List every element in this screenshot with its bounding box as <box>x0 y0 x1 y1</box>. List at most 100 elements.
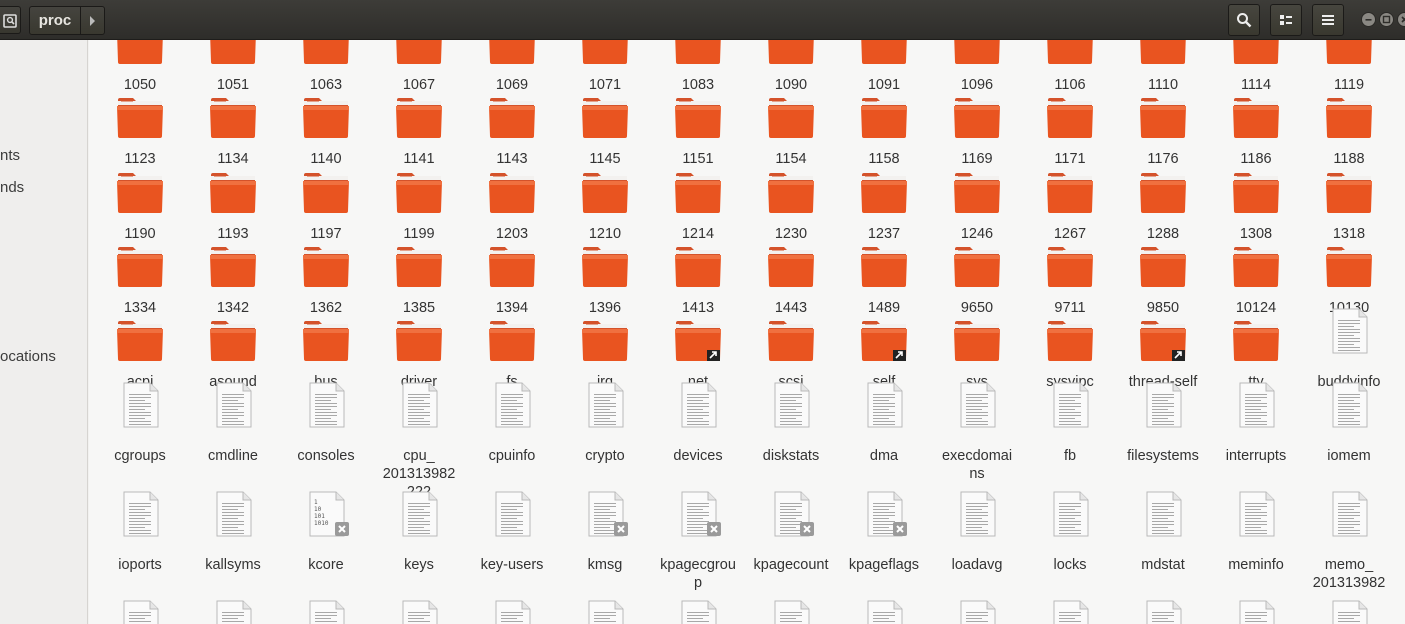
file-name-line: p <box>693 575 703 591</box>
folder-icon <box>581 92 629 140</box>
file-name-label: kpagecount <box>753 557 829 573</box>
text-file-icon <box>860 381 908 429</box>
folder-icon <box>767 92 815 140</box>
folder-icon <box>395 167 443 215</box>
folder-icon <box>1232 167 1280 215</box>
path-button-proc[interactable]: proc <box>29 6 81 35</box>
text-file-icon <box>674 381 722 429</box>
folder-icon <box>581 315 629 363</box>
folder-icon <box>395 92 443 140</box>
text-file-icon <box>1046 381 1094 429</box>
folder-icon <box>1325 92 1373 140</box>
folder-icon <box>488 92 536 140</box>
file-name-label: ioports <box>118 557 162 573</box>
folder-icon <box>674 92 722 140</box>
folder-icon <box>395 315 443 363</box>
folder-icon <box>395 241 443 289</box>
folder-icon <box>488 241 536 289</box>
minimize-button[interactable] <box>1361 12 1376 27</box>
folder-icon <box>953 40 1001 66</box>
back-button[interactable] <box>0 6 21 34</box>
folder-icon <box>1232 92 1280 140</box>
file-name-line: execdomai <box>941 448 1013 464</box>
search-button[interactable] <box>1228 4 1260 36</box>
file-name-label: diskstats <box>762 448 820 464</box>
text-file-icon <box>209 381 257 429</box>
file-name-label: 1188 <box>1333 151 1365 167</box>
file-name-label: kpageflags <box>848 557 920 573</box>
folder-icon <box>1139 167 1187 215</box>
folder-icon <box>488 315 536 363</box>
file-name-label: kallsyms <box>205 557 261 573</box>
folder-icon <box>1232 40 1280 66</box>
header-bar: proc <box>0 0 1405 40</box>
folder-link-icon <box>1139 315 1187 363</box>
sidebar-item-recent[interactable]: nts <box>0 147 20 164</box>
text-file-icon <box>116 381 164 429</box>
file-name-label: 1134 <box>217 151 249 167</box>
file-name-line: ns <box>969 466 985 482</box>
maximize-button[interactable] <box>1379 12 1394 27</box>
folder-icon <box>860 167 908 215</box>
folder-icon <box>116 241 164 289</box>
file-name-label: 1140 <box>310 151 342 167</box>
folder-icon <box>953 167 1001 215</box>
file-name-label: iomem <box>1327 448 1371 464</box>
text-file-icon <box>581 490 629 538</box>
folder-icon <box>1046 92 1094 140</box>
path-forward-button[interactable] <box>81 6 105 35</box>
svg-text:1: 1 <box>314 499 318 506</box>
folder-icon <box>1139 92 1187 140</box>
text-file-icon <box>395 490 443 538</box>
file-name-label: cgroups <box>114 448 166 464</box>
file-name-label: 1143 <box>496 151 528 167</box>
folder-icon <box>953 315 1001 363</box>
folder-icon <box>860 40 908 66</box>
hamburger-menu-icon <box>1322 15 1334 25</box>
menu-button[interactable] <box>1312 4 1344 36</box>
file-name-label: filesystems <box>1127 448 1199 464</box>
folder-link-icon <box>674 315 722 363</box>
text-file-icon <box>488 490 536 538</box>
text-file-icon <box>302 599 350 624</box>
file-name-label: devices <box>673 448 723 464</box>
file-name-label: execdomai ns <box>929 447 1025 483</box>
folder-icon <box>674 241 722 289</box>
binary-file-icon: 1 10 101 1010 <box>302 490 350 538</box>
file-name-label: 1145 <box>589 151 621 167</box>
text-file-icon <box>1046 599 1094 624</box>
folder-icon <box>116 315 164 363</box>
folder-icon <box>860 92 908 140</box>
folder-icon <box>209 167 257 215</box>
sidebar-item-bookmarks[interactable]: nds <box>0 179 24 196</box>
folder-icon <box>1139 241 1187 289</box>
text-file-icon <box>488 599 536 624</box>
view-toggle-button[interactable] <box>1270 4 1302 36</box>
text-file-icon <box>1325 490 1373 538</box>
folder-icon <box>116 92 164 140</box>
folder-icon <box>581 40 629 66</box>
folder-icon <box>1046 315 1094 363</box>
file-name-label: fb <box>1063 448 1077 464</box>
text-file-icon <box>581 599 629 624</box>
file-name-line: 201313982 <box>382 466 456 482</box>
sidebar-item-other-locations[interactable]: ocations <box>0 348 56 365</box>
file-name-label: kmsg <box>587 557 623 573</box>
folder-icon <box>302 315 350 363</box>
close-icon <box>1401 16 1405 23</box>
file-name-label: meminfo <box>1228 557 1284 573</box>
file-name-label: 1171 <box>1054 151 1086 167</box>
folder-icon <box>1325 167 1373 215</box>
svg-text:101: 101 <box>314 513 325 520</box>
svg-text:10: 10 <box>314 506 322 513</box>
close-button[interactable] <box>1397 12 1405 27</box>
text-file-icon <box>1046 490 1094 538</box>
file-name-label: consoles <box>297 448 355 464</box>
text-file-icon <box>1139 599 1187 624</box>
text-file-icon <box>674 490 722 538</box>
text-file-icon <box>767 599 815 624</box>
file-name-label: dma <box>869 448 899 464</box>
file-name-label: locks <box>1053 557 1087 573</box>
folder-icon <box>674 167 722 215</box>
text-file-icon <box>395 381 443 429</box>
